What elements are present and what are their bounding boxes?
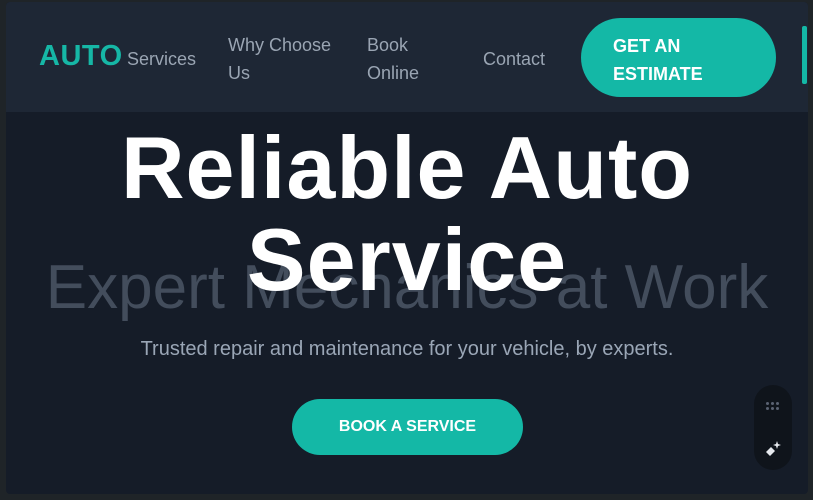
hero-title: Reliable Auto Service [6,122,808,306]
nav-link-why-choose-us[interactable]: Why Choose Us [228,31,343,87]
logo[interactable]: AUTO [39,40,123,73]
nav-link-book-online[interactable]: Book Online [367,31,447,87]
page-frame: AUTO Services Why Choose Us Book Online … [6,2,808,494]
grid-dots-icon[interactable] [766,402,780,410]
hero-title-line-1: Reliable Auto [120,118,694,217]
navbar: AUTO Services Why Choose Us Book Online … [6,2,808,112]
hero-title-line-2: Service [246,210,568,309]
hero-subtitle: Trusted repair and maintenance for your … [140,338,674,360]
get-estimate-button[interactable]: GET AN ESTIMATE [581,18,776,97]
nav-link-contact[interactable]: Contact [483,45,545,73]
floating-widget [754,385,792,470]
scroll-indicator[interactable] [802,26,807,84]
sparkle-icon[interactable] [763,439,783,459]
book-service-button[interactable]: BOOK A SERVICE [292,399,523,455]
nav-link-services[interactable]: Services [127,45,196,73]
